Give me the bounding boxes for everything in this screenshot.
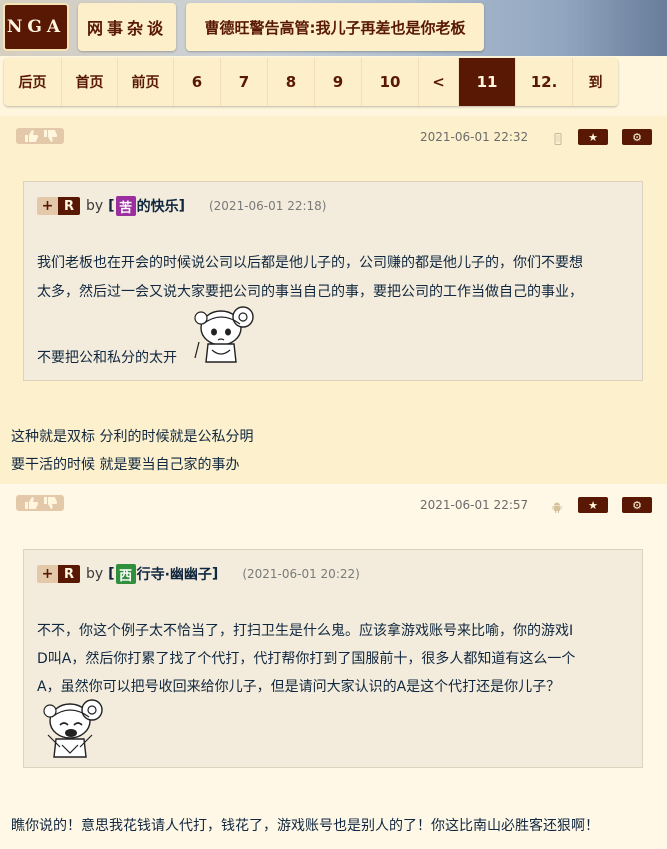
pager-back-button[interactable]: < bbox=[419, 58, 459, 106]
post-body-line: 这种就是双标 分利的时候就是公私分明 bbox=[11, 429, 254, 445]
thumbs-down-icon[interactable] bbox=[43, 130, 57, 142]
pager-page-8[interactable]: 8 bbox=[268, 58, 315, 106]
quoted-username[interactable]: [西行寺·幽幽子] bbox=[108, 564, 218, 584]
quote-line: 我们老板也在开会的时候说公司以后都是他儿子的，公司赚的都是他儿子的，你们不要想 bbox=[37, 255, 583, 271]
pager-page-7[interactable]: 7 bbox=[221, 58, 268, 106]
reply-quote-button[interactable]: R bbox=[58, 197, 80, 215]
pager-goto-button[interactable]: 到 bbox=[573, 58, 618, 106]
post-menu-button[interactable]: ⚙ bbox=[622, 497, 652, 513]
quote-block: + R by [西行寺·幽幽子] (2021-06-01 20:22) 不不，你… bbox=[23, 549, 643, 768]
pager-page-10[interactable]: 10 bbox=[362, 58, 419, 106]
post-time: 2021-06-01 22:32 bbox=[420, 130, 529, 144]
thumbs-down-icon[interactable] bbox=[43, 497, 57, 509]
gear-icon: ⚙ bbox=[632, 130, 642, 144]
quote-actions: + R bbox=[37, 565, 80, 583]
pager-first-button[interactable]: 首页 bbox=[62, 58, 118, 106]
quote-time: (2021-06-01 22:18) bbox=[208, 199, 327, 213]
post-body-line: 要干活的时候 就是要当自己家的事办 bbox=[11, 457, 240, 473]
quote-header: + R by [西行寺·幽幽子] (2021-06-01 20:22) bbox=[37, 564, 360, 584]
nga-logo[interactable]: NGA bbox=[3, 3, 69, 51]
favorite-button[interactable]: ★ bbox=[578, 497, 608, 513]
post-reply: 2021-06-01 22:57 ★ ⚙ + R by [西行寺·幽幽子] (2… bbox=[0, 484, 667, 849]
gear-icon: ⚙ bbox=[632, 498, 642, 512]
pager-prev-button[interactable]: 前页 bbox=[118, 58, 174, 106]
breadcrumb-topic[interactable]: 曹德旺警告高管:我儿子再差也是你老板 bbox=[186, 3, 484, 51]
star-icon: ★ bbox=[588, 130, 598, 144]
anime-girl-sticker bbox=[43, 699, 103, 758]
post-time: 2021-06-01 22:57 bbox=[420, 498, 529, 512]
quoted-username-text: 行寺·幽幽子 bbox=[136, 567, 212, 583]
quote-actions: + R bbox=[37, 197, 80, 215]
post-reply: 2021-06-01 22:32 ★ ⚙ + R by [苦的快乐] (2021… bbox=[0, 116, 667, 484]
pager-page-9[interactable]: 9 bbox=[315, 58, 362, 106]
expand-quote-button[interactable]: + bbox=[37, 197, 58, 215]
pagination: 后页 首页 前页 6 7 8 9 10 < 11 12. 到 bbox=[4, 58, 618, 106]
quoted-username[interactable]: [苦的快乐] bbox=[108, 196, 185, 216]
quote-header: + R by [苦的快乐] (2021-06-01 22:18) bbox=[37, 196, 326, 216]
user-badge: 苦 bbox=[115, 196, 136, 216]
pager-page-12[interactable]: 12. bbox=[516, 58, 573, 106]
pager-page-current[interactable]: 11 bbox=[459, 58, 516, 106]
thumbs-up-icon[interactable] bbox=[24, 130, 38, 142]
anime-girl-sticker bbox=[194, 306, 254, 363]
post-menu-button[interactable]: ⚙ bbox=[622, 129, 652, 145]
thumbs-up-icon[interactable] bbox=[24, 497, 38, 509]
quote-line: 不不，你这个例子太不恰当了，打扫卫生是什么鬼。应该拿游戏账号来比喻，你的游戏I bbox=[37, 623, 574, 639]
quote-time: (2021-06-01 20:22) bbox=[242, 567, 360, 581]
android-icon bbox=[552, 502, 562, 513]
vote-buttons bbox=[16, 128, 64, 144]
favorite-button[interactable]: ★ bbox=[578, 129, 608, 145]
user-badge: 西 bbox=[115, 564, 136, 584]
pager-next-button[interactable]: 后页 bbox=[4, 58, 62, 106]
quote-line: D叫A，然后你打累了找了个代打，代打帮你打到了国服前十，很多人都知道有这么一个 bbox=[37, 651, 576, 667]
vote-buttons bbox=[16, 495, 64, 511]
quoted-username-text: 的快乐 bbox=[136, 199, 179, 215]
post-body-line: 瞧你说的！意思我花钱请人代打，钱花了，游戏账号也是别人的了！你这比南山必胜客还狠… bbox=[11, 818, 599, 834]
quote-line: 不要把公和私分的太开 bbox=[37, 350, 177, 366]
by-label: by bbox=[86, 198, 104, 214]
quote-line: A，虽然你可以把号收回来给你儿子，但是请问大家认识的A是这个代打还是你儿子？ bbox=[37, 679, 561, 695]
quote-block: + R by [苦的快乐] (2021-06-01 22:18) 我们老板也在开… bbox=[23, 181, 643, 381]
expand-quote-button[interactable]: + bbox=[37, 565, 58, 583]
pager-page-6[interactable]: 6 bbox=[174, 58, 221, 106]
by-label: by bbox=[86, 566, 104, 582]
quote-line: 太多，然后过一会又说大家要把公司的事当自己的事，要把公司的工作当做自己的事业， bbox=[37, 284, 583, 300]
phone-icon bbox=[554, 133, 562, 145]
breadcrumb-forum[interactable]: 网事杂谈 bbox=[78, 3, 176, 51]
star-icon: ★ bbox=[588, 498, 598, 512]
reply-quote-button[interactable]: R bbox=[58, 565, 80, 583]
